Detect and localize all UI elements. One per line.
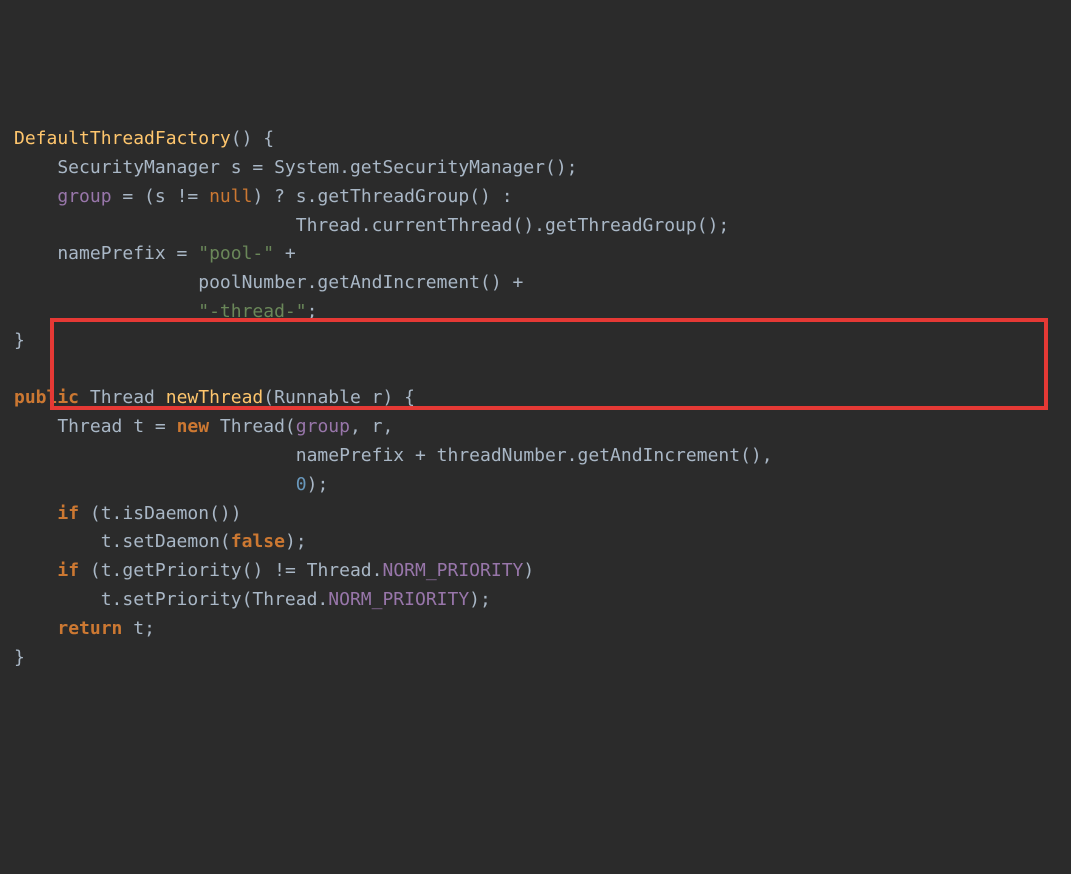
method-name: DefaultThreadFactory	[14, 128, 231, 149]
constant: NORM_PRIORITY	[328, 589, 469, 610]
if-keyword: if	[57, 560, 79, 581]
text: Thread	[79, 387, 166, 408]
text: (Runnable r) {	[263, 387, 415, 408]
text: = (s !=	[112, 186, 210, 207]
string-literal: "-thread-"	[198, 301, 306, 322]
code-line: SecurityManager s = System.getSecurityMa…	[14, 157, 578, 178]
text: (t.getPriority() != Thread.	[79, 560, 382, 581]
text: );	[469, 589, 491, 610]
indent	[14, 186, 57, 207]
text: +	[274, 243, 296, 264]
text: Thread t =	[14, 416, 177, 437]
code-block: DefaultThreadFactory() { SecurityManager…	[14, 125, 1057, 672]
brace: }	[14, 647, 25, 668]
text: ;	[307, 301, 318, 322]
field: group	[296, 416, 350, 437]
text: () {	[231, 128, 274, 149]
text: );	[285, 531, 307, 552]
return-keyword: return	[57, 618, 122, 639]
if-keyword: if	[57, 503, 79, 524]
public-keyword: public	[14, 387, 79, 408]
indent	[14, 560, 57, 581]
text: ) ? s.getThreadGroup() :	[252, 186, 512, 207]
constant: NORM_PRIORITY	[382, 560, 523, 581]
new-keyword: new	[177, 416, 210, 437]
indent	[14, 618, 57, 639]
false-keyword: false	[231, 531, 285, 552]
text: );	[307, 474, 329, 495]
text: namePrefix =	[14, 243, 198, 264]
code-line: Thread.currentThread().getThreadGroup();	[14, 215, 729, 236]
string-literal: "pool-"	[198, 243, 274, 264]
text: t.setPriority(Thread.	[14, 589, 328, 610]
method-name: newThread	[166, 387, 264, 408]
code-line: poolNumber.getAndIncrement() +	[14, 272, 523, 293]
number-literal: 0	[296, 474, 307, 495]
text: t.setDaemon(	[14, 531, 231, 552]
text: , r,	[350, 416, 393, 437]
field: group	[57, 186, 111, 207]
indent	[14, 301, 198, 322]
text: )	[523, 560, 534, 581]
null-keyword: null	[209, 186, 252, 207]
indent	[14, 474, 296, 495]
indent	[14, 503, 57, 524]
text: t;	[122, 618, 155, 639]
text: Thread(	[209, 416, 296, 437]
code-line: namePrefix + threadNumber.getAndIncremen…	[14, 445, 773, 466]
brace: }	[14, 330, 25, 351]
text: (t.isDaemon())	[79, 503, 242, 524]
